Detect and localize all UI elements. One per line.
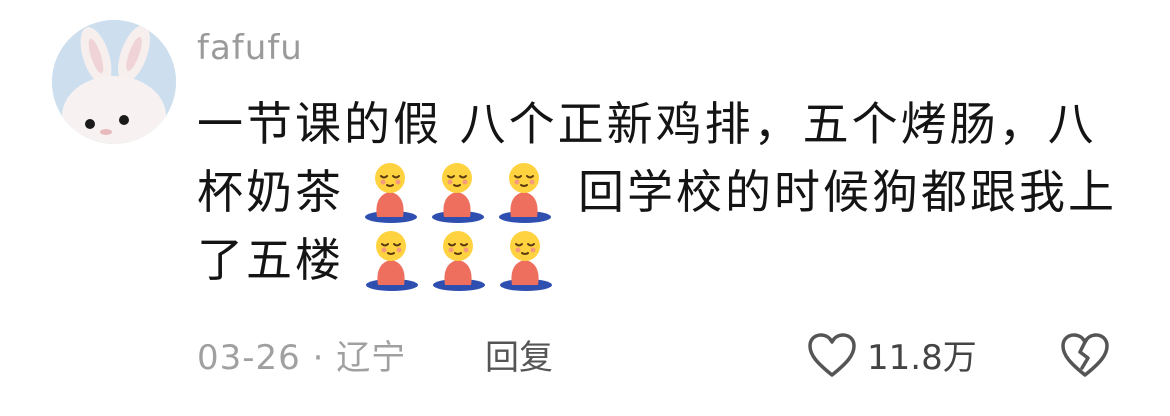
comment-location: 辽宁 bbox=[336, 338, 407, 378]
comment-text-segment: 一节课的假 八个正新鸡排，五个烤肠，八 bbox=[197, 97, 1097, 151]
broken-heart-icon bbox=[1061, 333, 1109, 377]
comment-text-segment: 回学校的时候狗都跟我上 bbox=[578, 165, 1117, 219]
comment-meta: 03-26 · 辽宁 bbox=[197, 330, 406, 379]
meta-separator: · bbox=[312, 338, 325, 378]
kneeling-pleading-emoji-icon bbox=[362, 229, 420, 291]
reply-button[interactable]: 回复 bbox=[485, 330, 553, 379]
comment-footer: 03-26 · 辽宁 回复 11.8万 bbox=[197, 322, 1117, 382]
comment-text-segment: 了五楼 bbox=[197, 233, 344, 287]
kneeling-pleading-emoji-icon bbox=[496, 229, 554, 291]
avatar[interactable] bbox=[52, 20, 176, 144]
like-count: 11.8万 bbox=[867, 338, 977, 378]
comment-line-2: 杯奶茶 回学校的时候狗都跟我上 bbox=[197, 158, 1117, 226]
comment-text: 一节课的假 八个正新鸡排，五个烤肠，八 杯奶茶 回学校的时候狗都跟我上 了五楼 bbox=[197, 90, 1117, 294]
like-button[interactable]: 11.8万 bbox=[807, 330, 977, 379]
kneeling-pleading-emoji-icon bbox=[429, 229, 487, 291]
bunny-avatar-image bbox=[52, 20, 176, 144]
kneeling-pleading-emoji-icon bbox=[428, 161, 486, 223]
heart-outline-icon bbox=[808, 332, 856, 377]
kneeling-pleading-emoji-icon bbox=[495, 161, 553, 223]
username[interactable]: fafufu bbox=[197, 28, 303, 68]
comment-line-3: 了五楼 bbox=[197, 226, 1117, 294]
comment-line-1: 一节课的假 八个正新鸡排，五个烤肠，八 bbox=[197, 90, 1117, 158]
dislike-button[interactable] bbox=[1059, 332, 1111, 387]
kneeling-pleading-emoji-icon bbox=[361, 161, 419, 223]
comment-date: 03-26 bbox=[197, 338, 301, 378]
comment-text-segment: 杯奶茶 bbox=[197, 165, 344, 219]
